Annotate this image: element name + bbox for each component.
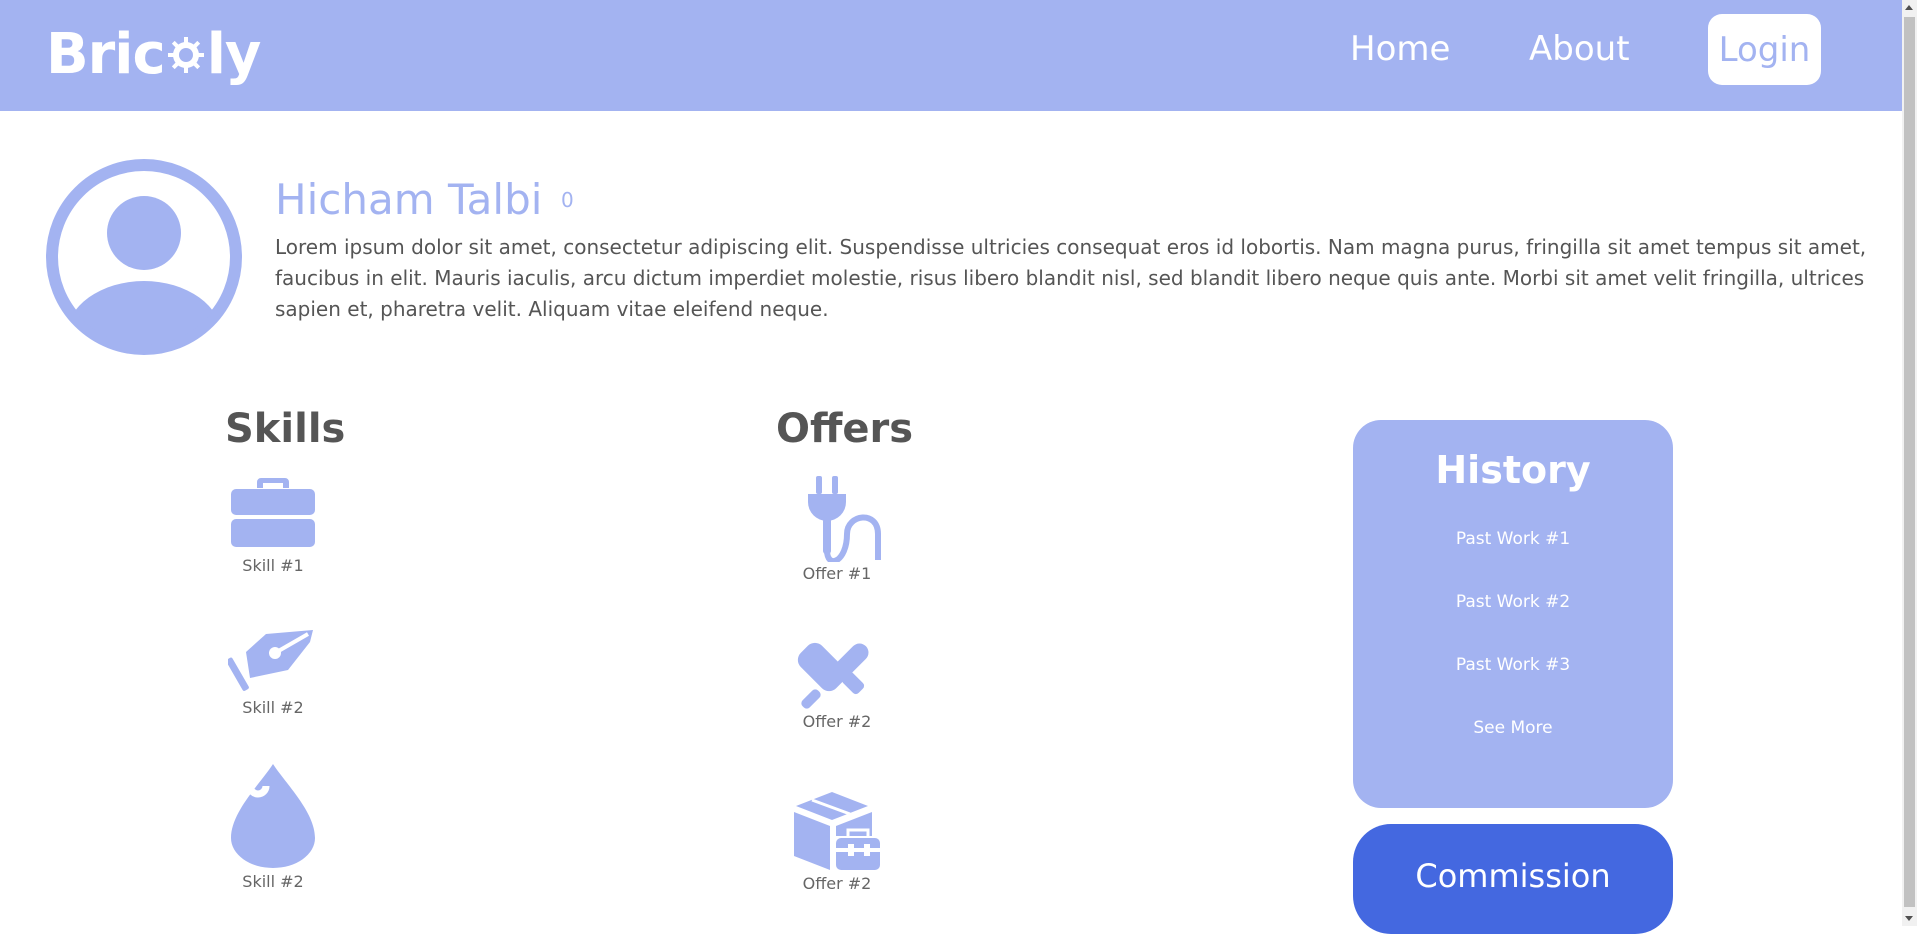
skill-label: Skill #2 (242, 872, 304, 891)
scroll-down-icon[interactable] (1905, 916, 1913, 921)
user-avatar-icon (46, 159, 242, 355)
skill-item[interactable]: Skill #2 (203, 762, 343, 892)
plug-icon (808, 476, 881, 562)
brand-logo[interactable]: Bric ly (46, 20, 262, 90)
offer-item[interactable]: Offer #2 (767, 634, 907, 732)
top-navbar: Bric ly Home About Login (0, 0, 1902, 111)
see-more-link[interactable]: See More (1353, 717, 1673, 739)
profile-bio: Lorem ipsum dolor sit amet, consectetur … (275, 235, 1867, 321)
offer-label: Offer #1 (802, 564, 872, 583)
history-title: History (1435, 448, 1591, 492)
offer-item[interactable]: Offer #1 (767, 474, 907, 584)
nav-home-link[interactable]: Home (1350, 26, 1450, 72)
offer-label: Offer #2 (802, 874, 872, 893)
skill-label: Skill #2 (242, 698, 304, 717)
box-toolbox-icon (794, 792, 880, 870)
history-item[interactable]: Past Work #1 (1353, 528, 1673, 550)
logo-text-left: Bric (46, 22, 166, 87)
briefcase-icon (231, 478, 315, 547)
tools-icon (797, 642, 869, 709)
skill-label: Skill #1 (242, 556, 304, 575)
fire-drop-icon (231, 764, 315, 868)
history-item[interactable]: Past Work #2 (1353, 591, 1673, 613)
skills-title: Skills (225, 406, 346, 452)
pen-nib-icon (228, 630, 313, 691)
skill-item[interactable]: Skill #2 (203, 626, 343, 718)
history-card: History Past Work #1 Past Work #2 Past W… (1353, 420, 1673, 808)
logo-text-right: ly (206, 22, 262, 87)
offers-title: Offers (776, 406, 914, 452)
history-item[interactable]: Past Work #3 (1353, 654, 1673, 676)
commission-button[interactable]: Commission (1353, 824, 1673, 934)
profile-name: Hicham Talbi (275, 175, 543, 224)
scroll-up-icon[interactable] (1905, 5, 1913, 10)
login-button[interactable]: Login (1708, 14, 1821, 85)
scrollbar-thumb[interactable] (1904, 17, 1915, 907)
offer-item[interactable]: Offer #2 (767, 786, 907, 894)
profile-rating: 0 (561, 188, 574, 212)
skill-item[interactable]: Skill #1 (203, 474, 343, 576)
nav-about-link[interactable]: About (1529, 26, 1630, 72)
gear-icon (167, 37, 204, 73)
page-scrollbar[interactable] (1902, 0, 1917, 926)
offer-label: Offer #2 (802, 712, 872, 731)
